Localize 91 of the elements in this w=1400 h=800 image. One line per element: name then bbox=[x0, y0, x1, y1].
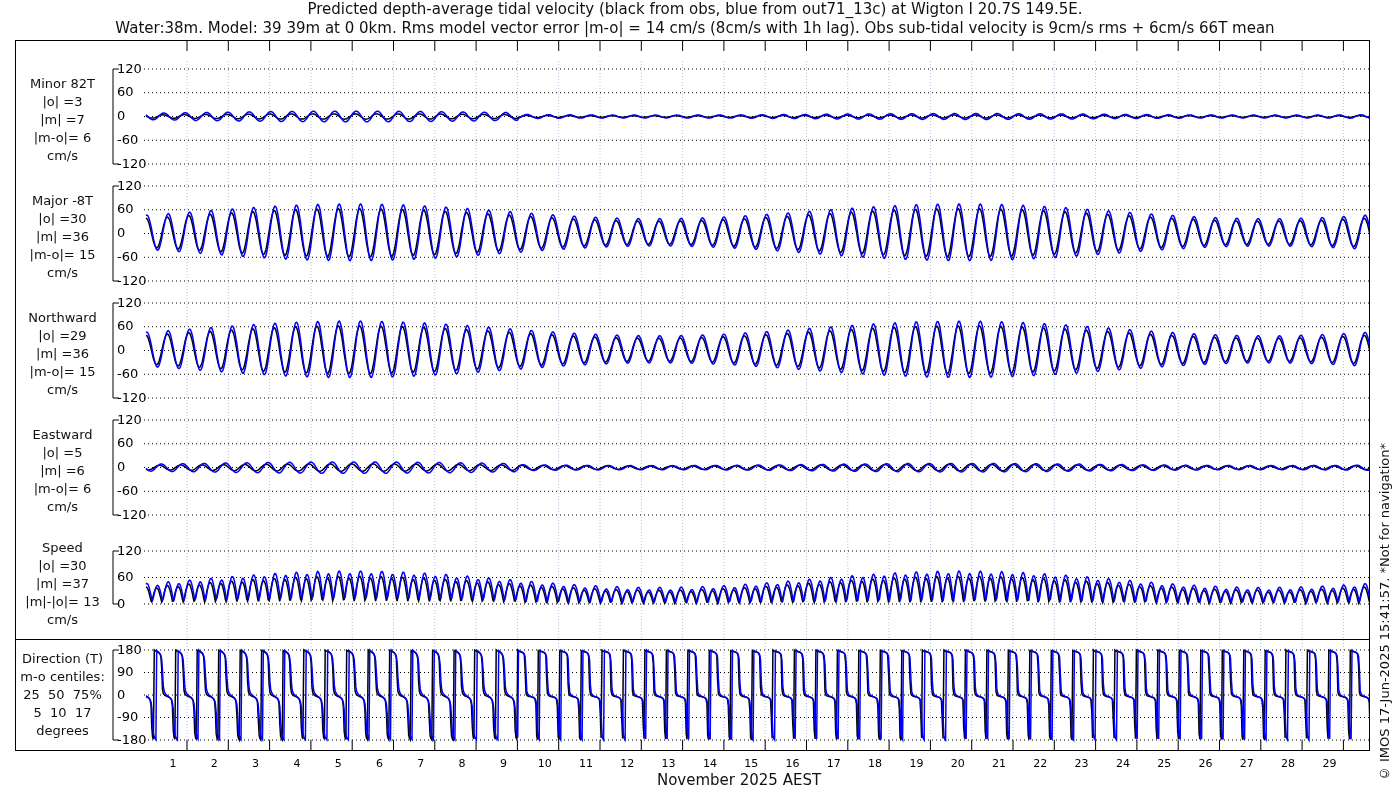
axis-tick-label: 11 bbox=[579, 757, 593, 770]
axis-tick-label: -180 bbox=[117, 731, 147, 747]
axis-tick-label: -120 bbox=[117, 272, 147, 288]
axis-tick-label: 23 bbox=[1074, 757, 1089, 770]
axis-tick-label: 29 bbox=[1322, 757, 1337, 770]
panel-stat: cm/s bbox=[47, 263, 78, 282]
panel-stat: |m| =37 bbox=[36, 575, 89, 593]
panel-stat: Northward bbox=[28, 308, 97, 327]
panel-stat: |o| =30 bbox=[38, 209, 87, 228]
panel-stat: Major -8T bbox=[31, 191, 94, 210]
axis-tick-label: 28 bbox=[1281, 757, 1296, 770]
panel-stat: 25 50 75% bbox=[23, 686, 102, 704]
axis-tick-label: 120 bbox=[117, 542, 142, 558]
axis-tick-label: -60 bbox=[117, 248, 139, 264]
axis-tick-label: 17 bbox=[826, 757, 841, 770]
axis-tick-label: 8 bbox=[458, 757, 466, 770]
axis-tick-label: 0 bbox=[117, 342, 126, 357]
axis-tick-label: 60 bbox=[117, 84, 134, 100]
axis-tick-label: 5 bbox=[334, 757, 342, 770]
axis-tick-label: 60 bbox=[117, 435, 134, 451]
axis-tick-label: 60 bbox=[117, 318, 134, 334]
axis-tick-label: 12 bbox=[620, 757, 635, 770]
axis-tick-label: -60 bbox=[117, 131, 139, 147]
axis-tick-label: 120 bbox=[117, 412, 142, 427]
axis-tick-label: 120 bbox=[117, 61, 142, 76]
axis-tick-label: 0 bbox=[117, 225, 126, 240]
panel-stat: degrees bbox=[36, 722, 89, 740]
axis-tick-label: 4 bbox=[293, 757, 301, 770]
panel-stat: |o| =29 bbox=[38, 326, 87, 345]
panel-stat: cm/s bbox=[47, 497, 78, 516]
panel-stat: Eastward bbox=[32, 425, 93, 444]
axis-tick-label: 22 bbox=[1033, 757, 1048, 770]
panel-stat: cm/s bbox=[47, 146, 78, 165]
axis-title: November 2025 AEST bbox=[656, 771, 822, 789]
axis-tick-label: 0 bbox=[117, 108, 126, 123]
chart-title: Water:38m. Model: 39 39m at 0 0km. Rms model vector error |m-o| = 14 cm/s (8cm/s with 1h lag). Obs sub-tidal velocity is 9cm/s rms + 6cm/s 66T mean bbox=[114, 19, 1276, 38]
axis-tick-label: 180 bbox=[117, 641, 142, 657]
axis-tick-label: 0 bbox=[117, 459, 126, 474]
axis-tick-label: -120 bbox=[117, 506, 147, 522]
axis-tick-label: 120 bbox=[117, 295, 142, 310]
axis-tick-label: -90 bbox=[117, 709, 139, 724]
axis-tick-label: 26 bbox=[1198, 757, 1213, 770]
axis-tick-label: -60 bbox=[117, 365, 139, 381]
axis-tick-label: 25 bbox=[1157, 757, 1172, 770]
panel-stat: Speed bbox=[42, 539, 83, 557]
axis-tick-label: 14 bbox=[702, 757, 717, 770]
panel-stat: |o| =3 bbox=[42, 92, 83, 111]
axis-tick-label: 2 bbox=[210, 757, 218, 770]
axis-tick-label: 15 bbox=[744, 757, 759, 770]
axis-tick-label: -120 bbox=[117, 389, 147, 405]
axis-tick-label: 27 bbox=[1239, 757, 1254, 770]
axis-tick-label: -60 bbox=[117, 482, 139, 498]
panel-stat: |o| =30 bbox=[38, 557, 87, 575]
axis-tick-label: 20 bbox=[950, 757, 965, 770]
panel-stat: |m| =6 bbox=[40, 461, 85, 480]
axis-tick-label: 3 bbox=[252, 757, 260, 770]
panel-stat: |m-o|= 6 bbox=[33, 479, 92, 498]
axis-tick-label: 60 bbox=[117, 201, 134, 217]
panel-stat: |m| =7 bbox=[40, 110, 85, 129]
panel-stat: cm/s bbox=[47, 611, 78, 629]
panel-stat: |m-o|= 15 bbox=[29, 362, 96, 381]
panel-stat: |m-o|= 6 bbox=[33, 128, 92, 147]
panel-stat: |m|-|o|= 13 bbox=[25, 593, 100, 611]
panel-stat: m-o centiles: bbox=[20, 668, 105, 686]
axis-tick-label: -120 bbox=[117, 155, 147, 171]
panel-stat: |o| =5 bbox=[42, 443, 83, 462]
axis-tick-label: 90 bbox=[117, 664, 134, 679]
axis-tick-label: 21 bbox=[992, 757, 1006, 770]
axis-tick-label: 60 bbox=[117, 569, 134, 584]
panel-stat: |m| =36 bbox=[36, 227, 89, 246]
axis-tick-label: 9 bbox=[499, 757, 507, 770]
axis-tick-label: 10 bbox=[537, 757, 552, 770]
axis-tick-label: 0 bbox=[117, 595, 126, 611]
axis-tick-label: 19 bbox=[909, 757, 924, 770]
axis-tick-label: 1 bbox=[169, 757, 177, 770]
axis-tick-label: 18 bbox=[868, 757, 883, 770]
panel-stat: cm/s bbox=[47, 380, 78, 399]
panel-stat: |m| =36 bbox=[36, 344, 89, 363]
axis-tick-label: 120 bbox=[117, 178, 142, 193]
panel-stat: Minor 82T bbox=[30, 74, 95, 93]
panel-stat: Direction (T) bbox=[22, 650, 103, 668]
axis-tick-label: 6 bbox=[376, 757, 383, 770]
copyright-note: © IMOS 17-Jun-2025 15:41:57. *Not for navigation* bbox=[1376, 443, 1393, 782]
axis-tick-label: 7 bbox=[417, 757, 425, 770]
panel-stat: 5 10 17 bbox=[33, 704, 92, 722]
panel-stat: |m-o|= 15 bbox=[29, 245, 96, 264]
axis-tick-label: 16 bbox=[785, 757, 800, 770]
chart-title: Predicted depth-average tidal velocity (black from obs, blue from out71_13c) at Wigton I 20.7S 149.5E. bbox=[306, 0, 1084, 19]
axis-tick-label: 24 bbox=[1115, 757, 1130, 770]
axis-tick-label: 13 bbox=[661, 757, 676, 770]
axis-tick-label: 0 bbox=[117, 686, 126, 702]
